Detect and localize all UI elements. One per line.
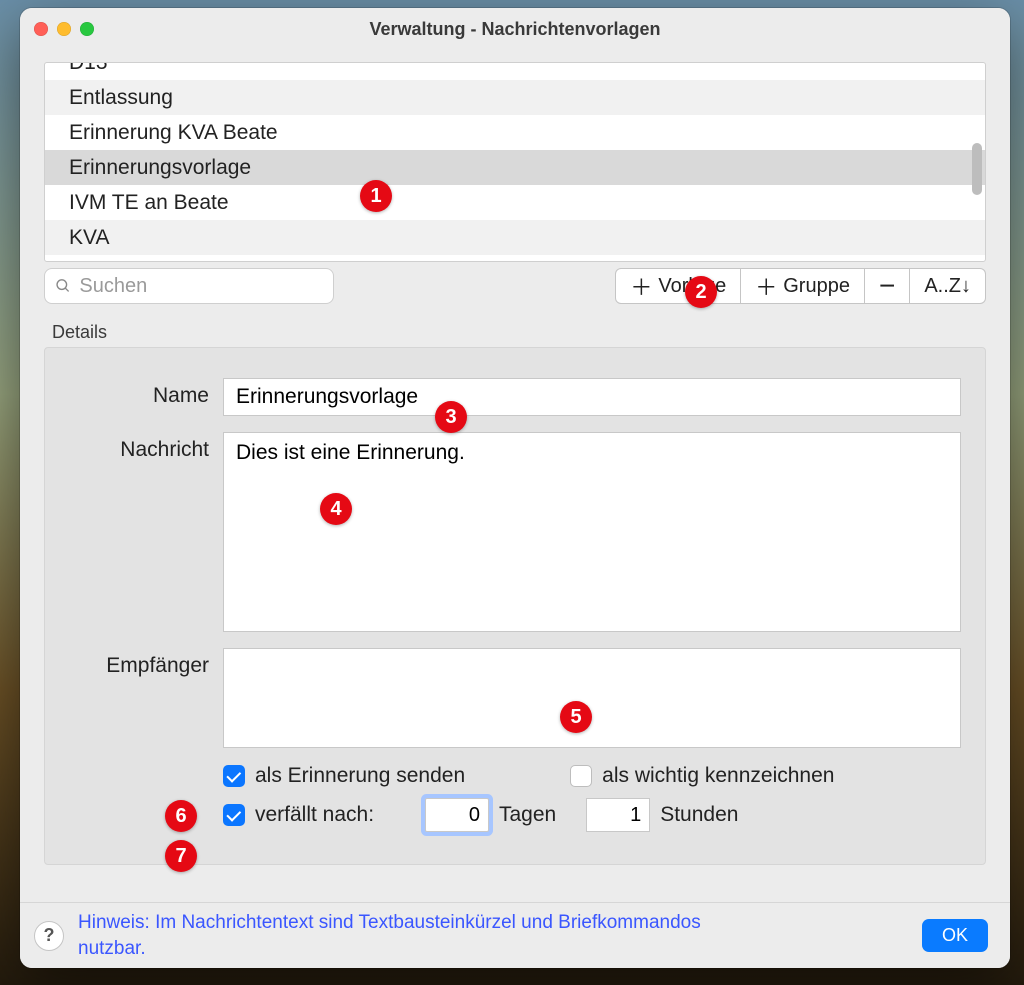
add-template-button[interactable]: ＋ Vorlage: [615, 268, 741, 304]
list-toolbar: ＋ Vorlage ＋ Gruppe − A..Z↓: [44, 268, 986, 304]
add-template-label: Vorlage: [658, 275, 726, 298]
mark-important-checkbox[interactable]: [570, 765, 592, 787]
plus-icon: ＋: [755, 270, 777, 302]
expires-hours-label: Stunden: [660, 803, 738, 827]
search-icon: [55, 277, 71, 295]
expires-label: verfällt nach:: [255, 803, 415, 827]
expires-checkbox[interactable]: [223, 804, 245, 826]
plus-icon: ＋: [630, 270, 652, 302]
details-section-label: Details: [52, 322, 986, 343]
expires-row: verfällt nach: Tagen Stunden: [223, 798, 961, 832]
sort-label: A..Z↓: [924, 275, 971, 298]
scrollbar-thumb[interactable]: [972, 143, 982, 195]
expires-hours-input[interactable]: [586, 798, 650, 832]
send-as-reminder-label: als Erinnerung senden: [255, 764, 465, 788]
add-group-button[interactable]: ＋ Gruppe: [741, 268, 865, 304]
template-list[interactable]: D13 Entlassung Erinnerung KVA Beate Erin…: [44, 62, 986, 262]
name-input[interactable]: [223, 378, 961, 416]
ok-button[interactable]: OK: [922, 919, 988, 952]
name-label: Name: [69, 378, 209, 408]
expires-days-input[interactable]: [425, 798, 489, 832]
list-item[interactable]: Entlassung: [45, 80, 985, 115]
toolbar-buttons: ＋ Vorlage ＋ Gruppe − A..Z↓: [615, 268, 986, 304]
content: D13 Entlassung Erinnerung KVA Beate Erin…: [20, 50, 1010, 902]
list-item[interactable]: KVA: [45, 220, 985, 255]
titlebar: Verwaltung - Nachrichtenvorlagen: [20, 8, 1010, 50]
sort-button[interactable]: A..Z↓: [910, 268, 986, 304]
search-field[interactable]: [44, 268, 334, 304]
details-panel: Name Nachricht Empfänger als Erinnerung …: [44, 347, 986, 865]
message-label: Nachricht: [69, 432, 209, 462]
recipients-label: Empfänger: [69, 648, 209, 678]
reminder-row: als Erinnerung senden als wichtig kennze…: [223, 764, 961, 788]
footer: ? Hinweis: Im Nachrichtentext sind Textb…: [20, 902, 1010, 968]
list-item[interactable]: Erinnerung KVA Beate: [45, 115, 985, 150]
remove-button[interactable]: −: [865, 268, 910, 304]
expires-days-label: Tagen: [499, 803, 556, 827]
message-textarea[interactable]: [223, 432, 961, 632]
add-group-label: Gruppe: [783, 275, 850, 298]
recipients-field[interactable]: [223, 648, 961, 748]
send-as-reminder-checkbox[interactable]: [223, 765, 245, 787]
window: Verwaltung - Nachrichtenvorlagen D13 Ent…: [20, 8, 1010, 968]
mark-important-label: als wichtig kennzeichnen: [602, 764, 834, 788]
help-button[interactable]: ?: [34, 921, 64, 951]
list-item[interactable]: D13: [45, 62, 985, 80]
window-title: Verwaltung - Nachrichtenvorlagen: [20, 19, 1010, 40]
hint-link[interactable]: Hinweis: Im Nachrichtentext sind Textbau…: [78, 910, 728, 961]
list-item-selected[interactable]: Erinnerungsvorlage: [45, 150, 985, 185]
search-input[interactable]: [79, 275, 323, 298]
list-item[interactable]: IVM TE an Beate: [45, 185, 985, 220]
